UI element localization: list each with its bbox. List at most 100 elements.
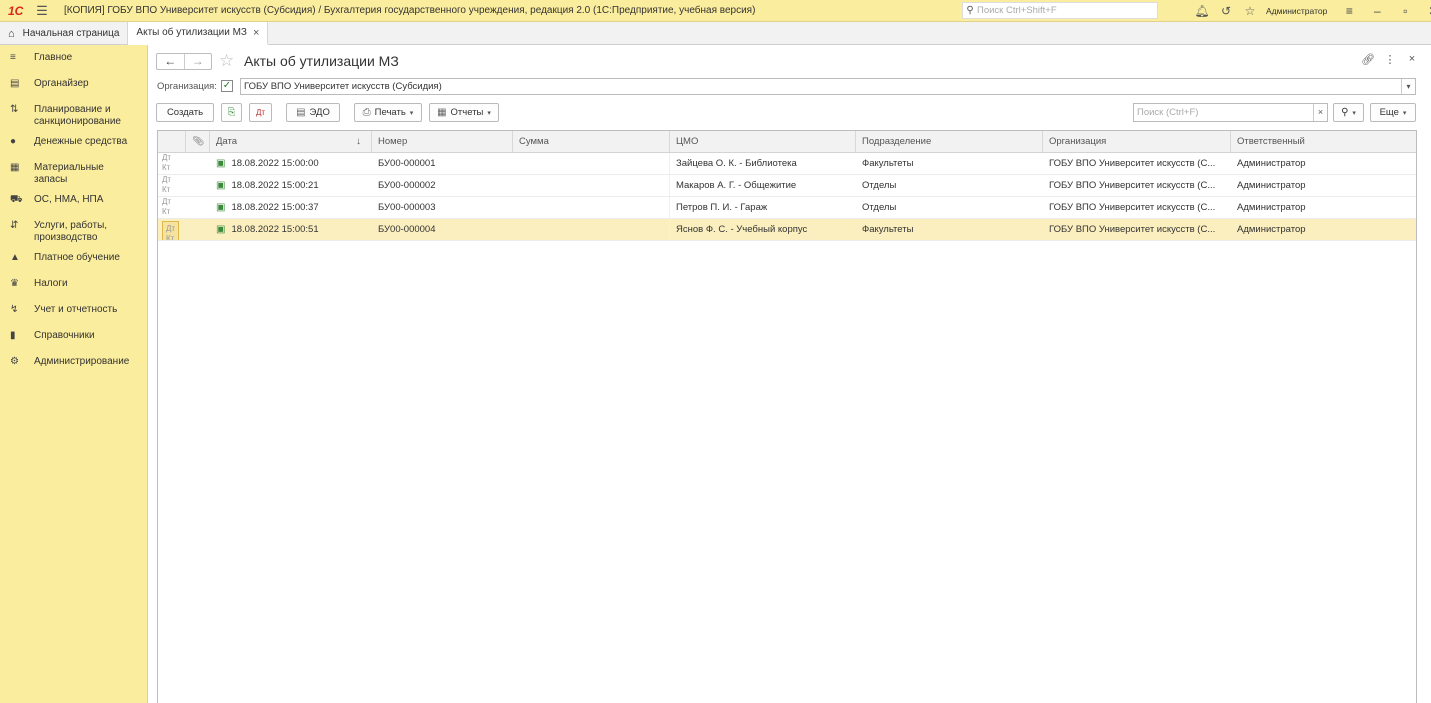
table-row[interactable]: Дт Кт ▣ 18.08.2022 15:00:00 БУ00-000001 За… bbox=[158, 153, 1416, 175]
row-cmo: Макаров А. Г. - Общежитие bbox=[676, 180, 797, 191]
row-responsible: Администратор bbox=[1237, 158, 1306, 169]
clear-search-icon[interactable]: × bbox=[1313, 104, 1327, 121]
sidebar-item-label: Платное обучение bbox=[34, 252, 120, 263]
column-department[interactable]: Подразделение bbox=[856, 131, 1043, 152]
back-arrow-icon[interactable]: ← bbox=[157, 54, 184, 69]
sidebar-item-planning[interactable]: ⇅ Планирование и санкционирование bbox=[0, 100, 147, 132]
tab-home-label: Начальная страница bbox=[22, 28, 120, 39]
row-number: БУ00-000002 bbox=[378, 180, 436, 191]
edo-icon: ▤ bbox=[296, 107, 306, 118]
tab-bar: ⌂ Начальная страница Акты об утилизации … bbox=[0, 22, 1431, 45]
column-sum[interactable]: Сумма bbox=[513, 131, 670, 152]
print-button[interactable]: ⎙ Печать ▾ bbox=[354, 103, 422, 122]
row-department: Факультеты bbox=[862, 158, 914, 169]
graduation-cap-icon: ▲ bbox=[10, 252, 20, 263]
more-vertical-icon[interactable]: ⋮ bbox=[1379, 53, 1401, 66]
not-posted-icon: Дт Кт bbox=[162, 153, 172, 172]
sidebar-item-cash[interactable]: ● Денежные средства bbox=[0, 132, 147, 158]
close-window-button[interactable]: ✕ bbox=[1419, 4, 1431, 18]
row-date-value: 18.08.2022 15:00:00 bbox=[231, 158, 319, 169]
tab-home[interactable]: ⌂ Начальная страница bbox=[0, 22, 129, 45]
window-title: [КОПИЯ] ГОБУ ВПО Университет искусств (С… bbox=[64, 5, 756, 16]
link-icon[interactable]: 🔗︎ bbox=[1357, 53, 1379, 66]
column-number-label: Номер bbox=[378, 136, 408, 147]
row-sum bbox=[513, 175, 670, 196]
sidebar-item-label: Денежные средства bbox=[34, 136, 128, 147]
sidebar-item-reporting[interactable]: ↯ Учет и отчетность bbox=[0, 300, 147, 326]
table-row[interactable]: Дт Кт ▣ 18.08.2022 15:00:37 БУ00-000003 Пе… bbox=[158, 197, 1416, 219]
row-status: Дт Кт bbox=[158, 175, 186, 196]
table-row[interactable]: Дт Кт ▣ 18.08.2022 15:00:21 БУ00-000002 Ма… bbox=[158, 175, 1416, 197]
sidebar-item-taxes[interactable]: ♛ Налоги bbox=[0, 274, 147, 300]
maximize-button[interactable]: ▫ bbox=[1391, 4, 1419, 18]
sidebar-item-label: Справочники bbox=[34, 330, 95, 341]
row-organization: ГОБУ ВПО Университет искусств (С... bbox=[1049, 158, 1216, 169]
toolbar: Создать ⎘ Дт ▤ ЭДО ⎙ Печать ▾ ▦ Отчеты ▾ Поис… bbox=[156, 103, 1418, 123]
forward-arrow-icon[interactable]: → bbox=[183, 54, 212, 69]
search-button[interactable]: ⚲ ▾ bbox=[1333, 103, 1364, 122]
page-title: Акты об утилизации МЗ bbox=[244, 53, 399, 69]
main-content: ← → ☆ Акты об утилизации МЗ 🔗︎ ⋮ × Орган… bbox=[149, 45, 1431, 703]
not-posted-icon: Дт Кт bbox=[162, 175, 172, 194]
sidebar: ≡ Главное ▤ Органайзер ⇅ Планирование и сан… bbox=[0, 45, 148, 703]
sidebar-item-label: Услуги, работы, производство bbox=[34, 220, 108, 243]
sidebar-item-catalogs[interactable]: ▮ Справочники bbox=[0, 326, 147, 352]
book-icon: ▮ bbox=[10, 330, 16, 341]
row-number: БУ00-000003 bbox=[378, 202, 436, 213]
column-number[interactable]: Номер bbox=[372, 131, 513, 152]
column-attachment[interactable]: 📎︎ bbox=[186, 131, 210, 152]
copy-document-icon[interactable]: ⎘ bbox=[221, 103, 242, 122]
settings-menu-icon[interactable]: ≡ bbox=[1335, 4, 1363, 18]
sidebar-item-organizer[interactable]: ▤ Органайзер bbox=[0, 74, 147, 100]
tab-disposal-acts[interactable]: Акты об утилизации МЗ × bbox=[128, 22, 269, 45]
sidebar-item-services[interactable]: ⇵ Услуги, работы, производство bbox=[0, 216, 147, 248]
chevron-down-icon: ▾ bbox=[1352, 109, 1356, 117]
table-row-selected[interactable]: Дт Кт ▣ 18.08.2022 15:00:51 БУ00-000004 Яс… bbox=[158, 219, 1416, 241]
column-organization[interactable]: Организация bbox=[1043, 131, 1231, 152]
row-date: ▣ 18.08.2022 15:00:37 bbox=[210, 197, 372, 218]
user-name[interactable]: Администратор bbox=[1266, 6, 1327, 16]
sidebar-item-administration[interactable]: ⚙ Администрирование bbox=[0, 352, 147, 378]
more-button[interactable]: Еще ▾ bbox=[1370, 103, 1416, 122]
row-date: ▣ 18.08.2022 15:00:21 bbox=[210, 175, 372, 196]
bell-icon[interactable]: 🔔︎ bbox=[1190, 4, 1214, 18]
global-search-input[interactable]: ⚲ Поиск Ctrl+Shift+F bbox=[962, 2, 1158, 19]
sidebar-item-main[interactable]: ≡ Главное bbox=[0, 48, 147, 74]
close-form-icon[interactable]: × bbox=[1401, 53, 1423, 66]
sidebar-item-materials[interactable]: ▦ Материальные запасы bbox=[0, 158, 147, 190]
organization-field[interactable]: ГОБУ ВПО Университет искусств (Субсидия)… bbox=[240, 78, 1416, 95]
column-department-label: Подразделение bbox=[862, 136, 932, 147]
unpost-icon[interactable]: Дт bbox=[249, 103, 272, 122]
sidebar-item-paid-education[interactable]: ▲ Платное обучение bbox=[0, 248, 147, 274]
column-sum-label: Сумма bbox=[519, 136, 549, 147]
column-date[interactable]: Дата ↓ bbox=[210, 131, 372, 152]
column-responsible[interactable]: Ответственный bbox=[1231, 131, 1416, 152]
close-tab-icon[interactable]: × bbox=[253, 27, 259, 39]
organization-value: ГОБУ ВПО Университет искусств (Субсидия) bbox=[244, 81, 442, 92]
create-button[interactable]: Создать bbox=[156, 103, 214, 122]
navigation-buttons: ← → bbox=[156, 53, 212, 70]
favorites-star-icon[interactable]: ☆ bbox=[1238, 4, 1262, 18]
minimize-button[interactable]: – bbox=[1363, 4, 1391, 18]
favorite-star-icon[interactable]: ☆ bbox=[219, 51, 234, 71]
dropdown-arrow-icon[interactable]: ▾ bbox=[1401, 79, 1415, 94]
row-sum bbox=[513, 197, 670, 218]
document-icon: ▣ bbox=[216, 180, 226, 191]
print-button-label: Печать bbox=[374, 107, 406, 118]
column-status[interactable] bbox=[158, 131, 186, 152]
edo-button-label: ЭДО bbox=[309, 107, 330, 118]
edo-button[interactable]: ▤ ЭДО bbox=[286, 103, 340, 122]
grid-icon: ▦ bbox=[10, 162, 20, 173]
history-icon[interactable]: ↺ bbox=[1214, 4, 1238, 18]
list-search-input[interactable]: Поиск (Ctrl+F) × bbox=[1133, 103, 1328, 122]
sidebar-item-fixed-assets[interactable]: ⛟ ОС, НМА, НПА bbox=[0, 190, 147, 216]
row-attachment bbox=[186, 197, 210, 218]
organizer-icon: ▤ bbox=[10, 78, 20, 89]
report-icon: ▦ bbox=[437, 107, 447, 118]
reports-button[interactable]: ▦ Отчеты ▾ bbox=[429, 103, 499, 122]
main-menu-icon[interactable]: ☰ bbox=[30, 3, 54, 19]
row-cmo: Петров П. И. - Гараж bbox=[676, 202, 768, 213]
column-cmo[interactable]: ЦМО bbox=[670, 131, 856, 152]
organization-filter-checkbox[interactable]: ✓ bbox=[221, 80, 233, 92]
services-icon: ⇵ bbox=[10, 220, 19, 231]
